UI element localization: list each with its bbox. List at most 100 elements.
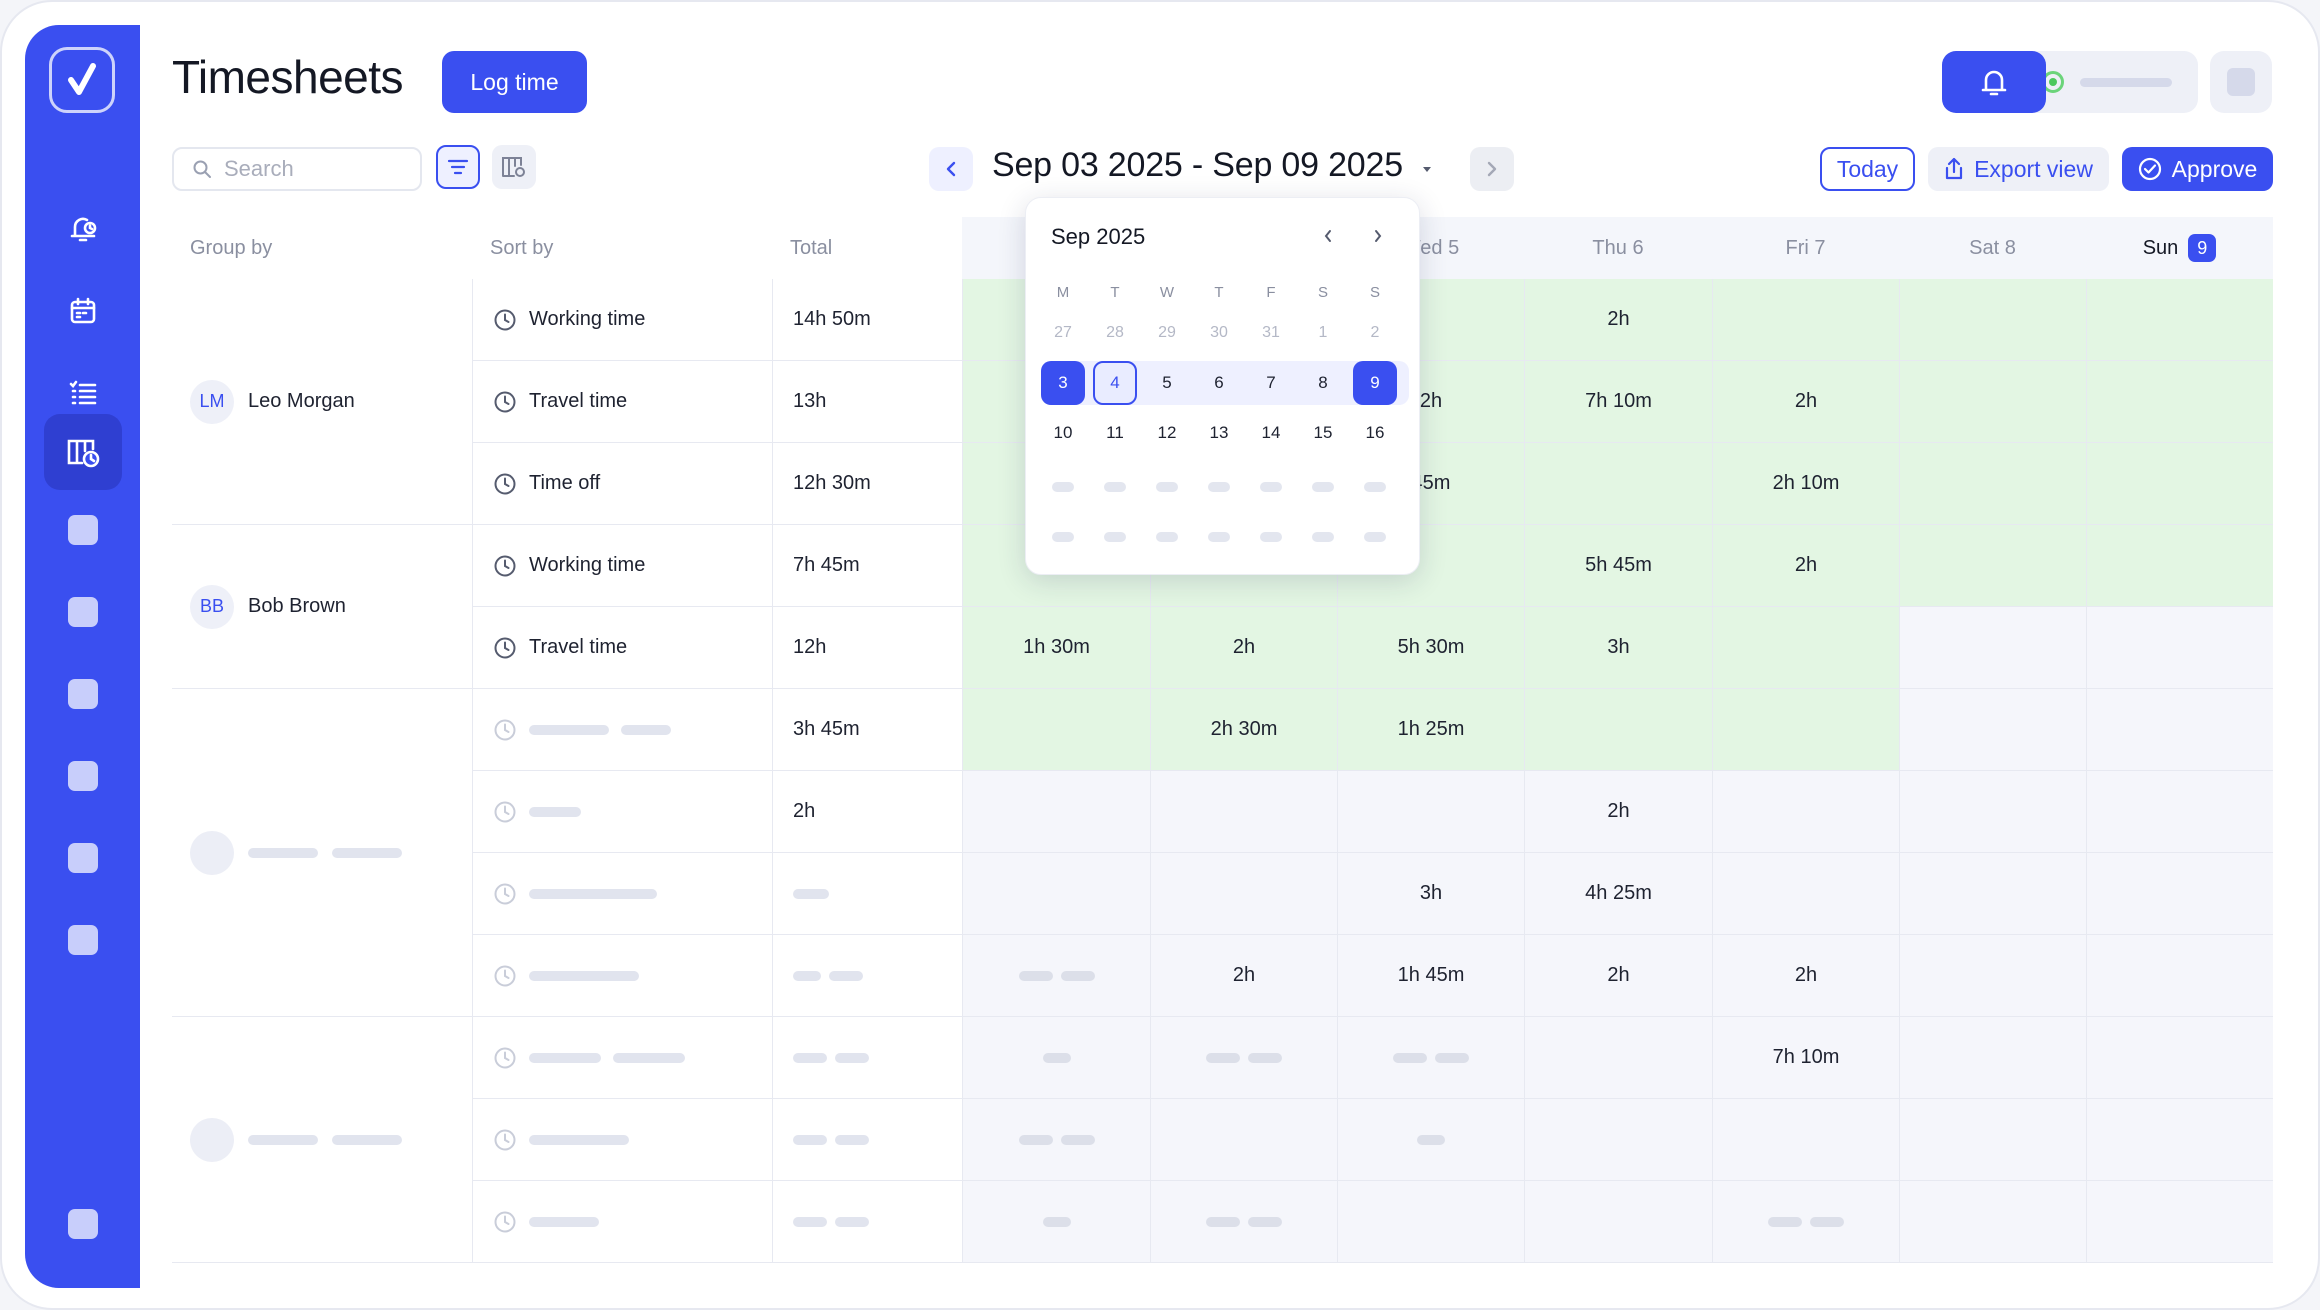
category-cell[interactable] <box>472 1017 772 1099</box>
day-cell[interactable] <box>962 771 1150 853</box>
day-cell[interactable] <box>1712 1181 1899 1263</box>
date-cell-prev-month[interactable]: 27 <box>1041 311 1085 355</box>
checklist-icon[interactable] <box>55 365 110 420</box>
previous-week-button[interactable] <box>929 147 973 191</box>
day-cell[interactable] <box>2086 1099 2273 1181</box>
date-cell-prev-month[interactable]: 29 <box>1145 311 1189 355</box>
nav-placeholder-3[interactable] <box>68 679 98 709</box>
day-cell[interactable] <box>1524 443 1712 525</box>
timesheet-board-icon[interactable] <box>44 414 122 490</box>
day-cell[interactable] <box>2086 607 2273 689</box>
date-cell-prev-month[interactable]: 1 <box>1301 311 1345 355</box>
day-cell[interactable]: 2h 10m <box>1712 443 1899 525</box>
category-cell[interactable] <box>472 853 772 935</box>
date-cell[interactable]: 10 <box>1041 411 1085 455</box>
date-cell[interactable]: 11 <box>1093 411 1137 455</box>
day-cell[interactable] <box>1899 443 2086 525</box>
day-cell[interactable]: 2h <box>1524 935 1712 1017</box>
date-cell-prev-month[interactable]: 30 <box>1197 311 1241 355</box>
day-cell[interactable] <box>2086 525 2273 607</box>
nav-placeholder-bottom[interactable] <box>68 1209 98 1239</box>
day-cell[interactable]: 3h <box>1524 607 1712 689</box>
search-field[interactable] <box>172 147 422 191</box>
search-input[interactable] <box>224 156 394 182</box>
category-cell[interactable]: Working time <box>472 279 772 361</box>
day-cell[interactable]: 7h 10m <box>1712 1017 1899 1099</box>
day-cell[interactable]: 2h <box>1712 361 1899 443</box>
day-cell[interactable]: 1h 30m <box>962 607 1150 689</box>
day-cell[interactable] <box>962 1099 1150 1181</box>
category-cell[interactable]: Travel time <box>472 607 772 689</box>
day-cell[interactable] <box>1899 1017 2086 1099</box>
day-cell[interactable]: 2h <box>1712 935 1899 1017</box>
date-cell[interactable]: 9 <box>1353 361 1397 405</box>
app-logo[interactable] <box>49 47 115 113</box>
day-cell[interactable] <box>962 1181 1150 1263</box>
day-cell[interactable] <box>1899 853 2086 935</box>
nav-placeholder-2[interactable] <box>68 597 98 627</box>
day-cell[interactable] <box>1899 361 2086 443</box>
avatar[interactable]: LM <box>190 379 234 424</box>
alarm-bell-icon[interactable] <box>55 201 110 256</box>
date-cell[interactable]: 16 <box>1353 411 1397 455</box>
day-cell[interactable]: 2h <box>1150 607 1337 689</box>
category-cell[interactable] <box>472 1099 772 1181</box>
log-time-button[interactable]: Log time <box>442 51 587 113</box>
day-cell[interactable] <box>1712 279 1899 361</box>
date-cell-prev-month[interactable]: 28 <box>1093 311 1137 355</box>
avatar[interactable]: BB <box>190 584 234 629</box>
day-cell[interactable]: 2h <box>1524 771 1712 853</box>
category-cell[interactable] <box>472 935 772 1017</box>
person-name[interactable]: Leo Morgan <box>248 390 355 413</box>
day-cell[interactable] <box>2086 935 2273 1017</box>
calendar-icon[interactable] <box>55 283 110 338</box>
date-cell[interactable]: 8 <box>1301 361 1345 405</box>
date-cell[interactable]: 5 <box>1145 361 1189 405</box>
day-cell[interactable] <box>1712 689 1899 771</box>
picker-next-month-button[interactable] <box>1368 226 1388 246</box>
day-cell[interactable] <box>1899 607 2086 689</box>
day-cell[interactable] <box>1337 1017 1524 1099</box>
day-cell[interactable] <box>1524 1099 1712 1181</box>
day-cell[interactable] <box>1899 771 2086 853</box>
day-cell[interactable] <box>1150 771 1337 853</box>
date-cell[interactable]: 13 <box>1197 411 1241 455</box>
day-cell[interactable]: 2h <box>1150 935 1337 1017</box>
day-cell[interactable] <box>2086 1017 2273 1099</box>
day-cell[interactable] <box>1899 1099 2086 1181</box>
next-week-button[interactable] <box>1470 147 1514 191</box>
date-cell-prev-month[interactable]: 31 <box>1249 311 1293 355</box>
day-cell[interactable] <box>962 689 1150 771</box>
day-cell[interactable]: 1h 45m <box>1337 935 1524 1017</box>
day-cell[interactable] <box>2086 1181 2273 1263</box>
export-view-button[interactable]: Export view <box>1928 147 2109 191</box>
day-cell[interactable] <box>1899 279 2086 361</box>
today-button[interactable]: Today <box>1820 147 1915 191</box>
day-cell[interactable] <box>1712 771 1899 853</box>
day-cell[interactable]: 2h <box>1524 279 1712 361</box>
day-cell[interactable]: 2h 30m <box>1150 689 1337 771</box>
profile-button[interactable] <box>2210 51 2272 113</box>
day-cell[interactable] <box>1150 1099 1337 1181</box>
day-cell[interactable] <box>2086 689 2273 771</box>
day-cell[interactable] <box>1899 935 2086 1017</box>
day-cell[interactable] <box>1337 1099 1524 1181</box>
person-name[interactable]: Bob Brown <box>248 595 346 618</box>
nav-placeholder-4[interactable] <box>68 761 98 791</box>
category-cell[interactable]: Time off <box>472 443 772 525</box>
day-cell[interactable] <box>1712 853 1899 935</box>
day-cell[interactable] <box>1150 1017 1337 1099</box>
day-cell[interactable] <box>1150 853 1337 935</box>
sort-by-header[interactable]: Sort by <box>490 217 770 279</box>
category-cell[interactable] <box>472 1181 772 1263</box>
view-settings-button[interactable] <box>492 145 536 189</box>
day-cell[interactable] <box>962 935 1150 1017</box>
notifications-button[interactable] <box>1942 51 2046 113</box>
category-cell[interactable] <box>472 771 772 853</box>
day-cell[interactable] <box>1337 1181 1524 1263</box>
day-cell[interactable] <box>1150 1181 1337 1263</box>
day-cell[interactable] <box>1524 689 1712 771</box>
day-cell[interactable] <box>2086 853 2273 935</box>
caret-down-icon[interactable] <box>1420 162 1434 180</box>
day-cell[interactable] <box>1899 525 2086 607</box>
